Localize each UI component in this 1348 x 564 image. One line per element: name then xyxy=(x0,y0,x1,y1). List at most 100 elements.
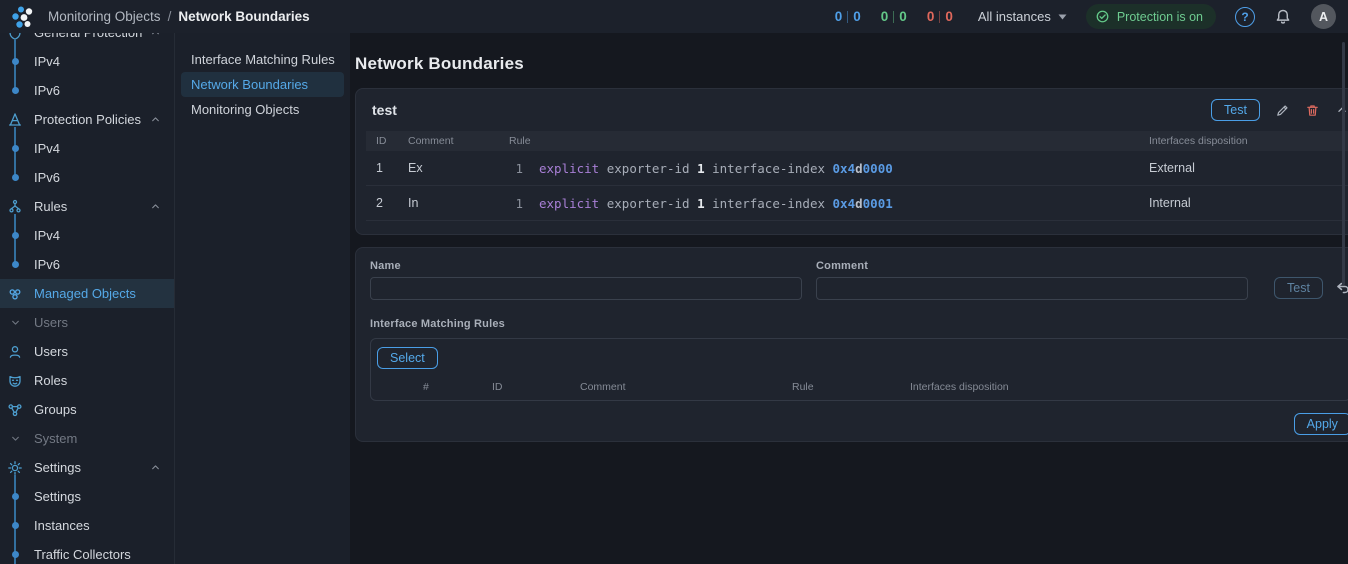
topbar: Monitoring Objects / Network Boundaries … xyxy=(0,0,1348,33)
boundary-card-header: test Test xyxy=(356,89,1348,131)
boundary-rules-table: IDCommentRuleInterfaces disposition1Ex1e… xyxy=(366,131,1348,221)
chevron-up-icon xyxy=(149,200,162,213)
apply-button[interactable]: Apply xyxy=(1294,413,1348,435)
subnav-item-network-boundaries[interactable]: Network Boundaries xyxy=(181,72,344,97)
imr-section-label: Interface Matching Rules xyxy=(370,318,1348,330)
imr-column-header-id: ID xyxy=(492,377,503,397)
scrollbar-thumb[interactable] xyxy=(1342,42,1345,285)
bullet-dot-icon xyxy=(6,58,24,65)
chevron-up-icon xyxy=(149,33,162,39)
delete-trash-icon[interactable] xyxy=(1305,103,1320,118)
sidebar-item-groups[interactable]: Groups xyxy=(0,395,174,424)
editor-form-actions: Test xyxy=(1274,277,1348,300)
table-row[interactable]: 1Ex1explicit exporter-id 1 interface-ind… xyxy=(366,151,1348,186)
sidebar-item-traffic-collectors[interactable]: Traffic Collectors xyxy=(0,540,174,564)
sidebar-group-system[interactable]: System xyxy=(0,424,174,453)
test-form-button[interactable]: Test xyxy=(1274,277,1323,299)
subnav: Interface Matching RulesNetwork Boundari… xyxy=(174,33,350,564)
sidebar-item-ipv4[interactable]: IPv4 xyxy=(0,134,174,163)
bullet-dot-icon xyxy=(6,522,24,529)
chevron-down-icon xyxy=(6,432,24,445)
subnav-item-monitoring-objects[interactable]: Monitoring Objects xyxy=(181,97,344,122)
page-title: Network Boundaries xyxy=(355,54,1348,74)
boundary-name: test xyxy=(372,102,397,118)
sidebar-item-ipv6[interactable]: IPv6 xyxy=(0,250,174,279)
cell-id: 2 xyxy=(376,196,408,210)
sidebar-item-settings[interactable]: Settings xyxy=(0,453,174,482)
column-header-interfaces-disposition: Interfaces disposition xyxy=(1149,135,1348,147)
test-boundary-button[interactable]: Test xyxy=(1211,99,1260,121)
comment-field: Comment xyxy=(816,260,1248,300)
protection-badge-label: Protection is on xyxy=(1117,10,1203,24)
groups-icon xyxy=(6,402,24,418)
sidebar-item-label: Traffic Collectors xyxy=(34,547,131,562)
main-content: Network Boundaries test Test xyxy=(350,33,1348,564)
topbar-right: 00 00 00 All instances Protection is on ? xyxy=(835,4,1336,29)
edit-pencil-icon[interactable] xyxy=(1275,103,1290,118)
sidebar-item-label: Users xyxy=(34,315,68,330)
sidebar-item-users[interactable]: Users xyxy=(0,337,174,366)
status-counters: 00 00 00 xyxy=(835,9,953,24)
sidebar-item-label: IPv6 xyxy=(34,170,60,185)
comment-input[interactable] xyxy=(816,277,1248,300)
sidebar-item-label: IPv6 xyxy=(34,257,60,272)
chevron-up-icon xyxy=(149,113,162,126)
cell-rule: 1explicit exporter-id 1 interface-index … xyxy=(509,161,1149,176)
sidebar-item-label: IPv4 xyxy=(34,141,60,156)
help-icon[interactable]: ? xyxy=(1235,7,1255,27)
sidebar-item-ipv4[interactable]: IPv4 xyxy=(0,221,174,250)
select-button[interactable]: Select xyxy=(377,347,438,369)
bell-icon[interactable] xyxy=(1274,8,1292,26)
chevron-down-icon xyxy=(6,316,24,329)
cell-comment: In xyxy=(408,196,509,210)
counter-red[interactable]: 00 xyxy=(927,9,953,24)
bullet-dot-icon xyxy=(6,551,24,558)
sidebar-item-ipv6[interactable]: IPv6 xyxy=(0,76,174,105)
table-row[interactable]: 2In1explicit exporter-id 1 interface-ind… xyxy=(366,186,1348,221)
sidebar-item-label: Settings xyxy=(34,460,81,475)
bullet-dot-icon xyxy=(6,261,24,268)
sidebar-item-general-protection[interactable]: General Protection xyxy=(0,33,174,47)
name-input[interactable] xyxy=(370,277,802,300)
sidebar-item-instances[interactable]: Instances xyxy=(0,511,174,540)
instances-dropdown[interactable]: All instances xyxy=(978,9,1067,24)
imr-table-headers: #IDCommentRuleInterfaces disposition xyxy=(371,377,1348,397)
name-label: Name xyxy=(370,260,802,272)
sidebar-item-ipv6[interactable]: IPv6 xyxy=(0,163,174,192)
app-window: Monitoring Objects / Network Boundaries … xyxy=(0,0,1348,564)
bullet-dot-icon xyxy=(6,87,24,94)
boundary-card: test Test xyxy=(355,88,1348,235)
sidebar-item-label: IPv6 xyxy=(34,83,60,98)
sidebar-item-roles[interactable]: Roles xyxy=(0,366,174,395)
protection-status-badge[interactable]: Protection is on xyxy=(1086,4,1216,29)
sidebar-group-users[interactable]: Users xyxy=(0,308,174,337)
sidebar-item-protection-policies[interactable]: Protection Policies xyxy=(0,105,174,134)
managed-objects-icon xyxy=(6,286,24,302)
editor-form-row: Name Comment Test xyxy=(370,260,1348,300)
counter-green[interactable]: 00 xyxy=(881,9,907,24)
sidebar-item-label: General Protection xyxy=(34,33,142,40)
imr-column-header-index: # xyxy=(423,377,429,397)
sidebar-item-label: Managed Objects xyxy=(34,286,136,301)
bullet-dot-icon xyxy=(6,145,24,152)
editor-card: Name Comment Test xyxy=(355,247,1348,442)
sidebar-item-ipv4[interactable]: IPv4 xyxy=(0,47,174,76)
chevron-up-icon xyxy=(149,461,162,474)
check-circle-icon xyxy=(1095,9,1110,24)
subnav-item-interface-matching-rules[interactable]: Interface Matching Rules xyxy=(181,47,344,72)
sidebar-item-managed-objects[interactable]: Managed Objects xyxy=(0,279,174,308)
user-icon xyxy=(6,344,24,360)
imr-column-header-interfaces-disposition: Interfaces disposition xyxy=(910,377,1009,397)
apply-row: Apply xyxy=(370,413,1348,435)
breadcrumb: Monitoring Objects / Network Boundaries xyxy=(48,9,310,24)
counter-blue[interactable]: 00 xyxy=(835,9,861,24)
sidebar-item-settings[interactable]: Settings xyxy=(0,482,174,511)
sidebar-item-rules[interactable]: Rules xyxy=(0,192,174,221)
cell-disposition: External xyxy=(1149,161,1348,175)
bullet-dot-icon xyxy=(6,493,24,500)
breadcrumb-parent[interactable]: Monitoring Objects xyxy=(48,9,161,24)
app-logo-icon[interactable] xyxy=(10,4,36,30)
sidebar-item-label: Rules xyxy=(34,199,67,214)
avatar[interactable]: A xyxy=(1311,4,1336,29)
instances-dropdown-label: All instances xyxy=(978,9,1051,24)
